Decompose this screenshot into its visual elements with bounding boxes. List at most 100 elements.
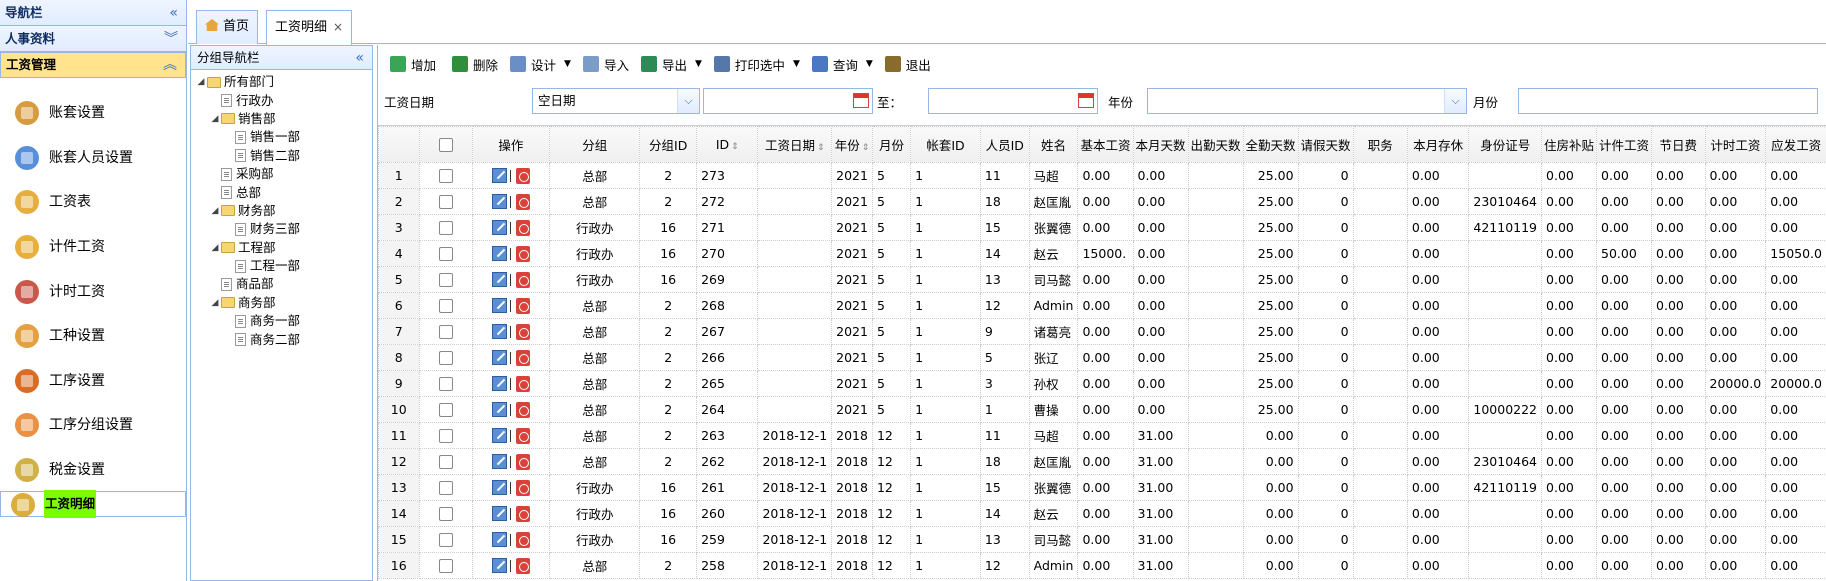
row-checkbox[interactable] xyxy=(438,351,453,366)
column-header[interactable]: 应发工资 xyxy=(1765,126,1826,163)
row-checkbox[interactable] xyxy=(438,169,453,184)
close-icon[interactable]: × xyxy=(333,20,343,34)
section-personnel[interactable]: 人事资料 ︾ xyxy=(0,26,186,52)
nav-item-5[interactable]: 工种设置 xyxy=(0,313,186,358)
tree-node[interactable]: 采购部 xyxy=(191,165,372,183)
row-checkbox[interactable] xyxy=(438,273,453,288)
table-row[interactable]: 10 总部 2 264 2021 5 1 1 曹操 0.00 0.00 25.00 0 0.00 10000… xyxy=(378,396,1826,423)
select-all-header[interactable] xyxy=(418,126,473,163)
row-checkbox-cell[interactable] xyxy=(418,552,473,579)
sort-icon[interactable]: ⇕ xyxy=(862,143,870,153)
tree-node[interactable]: ◢ 商务部 xyxy=(191,294,372,312)
section-salary[interactable]: 工资管理 ︽ xyxy=(0,52,186,78)
row-checkbox-cell[interactable] xyxy=(418,370,473,397)
edit-icon[interactable] xyxy=(491,194,507,210)
toolbar-button-design[interactable]: 设计 ▼ xyxy=(504,51,577,77)
row-checkbox-cell[interactable] xyxy=(418,526,473,553)
row-checkbox-cell[interactable] xyxy=(418,162,473,189)
dropdown-arrow-icon[interactable]: ▼ xyxy=(695,59,702,69)
column-header[interactable]: 月份 xyxy=(871,126,912,163)
row-checkbox-cell[interactable] xyxy=(418,344,473,371)
row-checkbox[interactable] xyxy=(438,377,453,392)
table-row[interactable]: 11 总部 2 263 2018-12-1 2018 12 1 11 马超 0.00 31.00 0.0… xyxy=(378,422,1826,449)
column-header[interactable]: 年份 ⇕ xyxy=(831,126,873,163)
chevron-down-icon[interactable]: ⌵ xyxy=(677,89,699,113)
toolbar-button-add[interactable]: 增加 xyxy=(384,51,442,77)
row-checkbox-cell[interactable] xyxy=(418,318,473,345)
row-checkbox[interactable] xyxy=(438,247,453,262)
column-header[interactable]: 请假天数 xyxy=(1297,126,1354,163)
column-header[interactable]: 工资日期 ⇕ xyxy=(757,126,833,163)
select-all-checkbox[interactable] xyxy=(438,138,453,153)
toolbar-button-exit[interactable]: 退出 xyxy=(879,51,937,77)
row-checkbox-cell[interactable] xyxy=(418,474,473,501)
row-checkbox-cell[interactable] xyxy=(418,292,473,319)
table-row[interactable]: 12 总部 2 262 2018-12-1 2018 12 1 18 赵匡胤 0.00 31.00 0.… xyxy=(378,448,1826,475)
table-row[interactable]: 4 行政办 16 270 2021 5 1 14 赵云 15000. 0.00 25.00 0 0.00 0… xyxy=(378,240,1826,267)
edit-icon[interactable] xyxy=(491,246,507,262)
delete-icon[interactable] xyxy=(515,557,530,574)
date-mode-select[interactable]: 空日期 ⌵ xyxy=(532,88,700,114)
column-header[interactable]: 帐套ID xyxy=(910,126,981,163)
collapse-icon[interactable]: « xyxy=(169,0,178,26)
expand-icon[interactable]: ︾ xyxy=(164,26,178,52)
end-date-input[interactable] xyxy=(928,88,1099,114)
edit-icon[interactable] xyxy=(491,220,507,236)
column-header[interactable]: 节日费 xyxy=(1651,126,1706,163)
expand-arrow-icon[interactable]: ◢ xyxy=(209,239,221,257)
row-checkbox-cell[interactable] xyxy=(418,448,473,475)
row-checkbox-cell[interactable] xyxy=(418,422,473,449)
column-header[interactable]: 分组ID xyxy=(639,126,698,163)
tree-node[interactable]: ◢ 财务部 xyxy=(191,202,372,220)
delete-icon[interactable] xyxy=(515,193,530,210)
column-header[interactable]: 计件工资 xyxy=(1596,126,1653,163)
table-row[interactable]: 2 总部 2 272 2021 5 1 18 赵匡胤 0.00 0.00 25.00 0 0.00 2301… xyxy=(378,188,1826,215)
start-date-input[interactable] xyxy=(703,88,873,114)
row-checkbox-cell[interactable] xyxy=(418,396,473,423)
tree-node[interactable]: 销售二部 xyxy=(191,147,372,165)
column-header[interactable]: 住房补贴 xyxy=(1541,126,1598,163)
delete-icon[interactable] xyxy=(515,167,530,184)
calendar-icon[interactable] xyxy=(853,93,869,108)
column-header[interactable]: 全勤天数 xyxy=(1242,126,1299,163)
expand-arrow-icon[interactable]: ◢ xyxy=(209,202,221,220)
delete-icon[interactable] xyxy=(515,375,530,392)
chevron-down-icon[interactable]: ⌵ xyxy=(1444,89,1467,113)
column-header[interactable]: 基本工资 xyxy=(1077,126,1134,163)
table-row[interactable]: 6 总部 2 268 2021 5 1 12 Admin 0.00 0.00 25.00 0 0.00 0.… xyxy=(378,292,1826,319)
tree-node[interactable]: 商务一部 xyxy=(191,312,372,330)
tree-node[interactable]: 商品部 xyxy=(191,275,372,293)
sort-icon[interactable]: ⇕ xyxy=(731,142,739,152)
edit-icon[interactable] xyxy=(491,428,507,444)
delete-icon[interactable] xyxy=(515,297,530,314)
row-checkbox[interactable] xyxy=(438,195,453,210)
row-checkbox[interactable] xyxy=(438,403,453,418)
tab-salary-detail[interactable]: 工资明细 × xyxy=(266,10,353,45)
nav-item-0[interactable]: 账套设置 xyxy=(0,90,186,135)
row-checkbox[interactable] xyxy=(438,507,453,522)
collapse-up-icon[interactable]: ︽ xyxy=(163,53,177,77)
dropdown-arrow-icon[interactable]: ▼ xyxy=(793,59,800,69)
column-header[interactable]: 本月存休 xyxy=(1406,126,1470,163)
table-row[interactable]: 9 总部 2 265 2021 5 1 3 孙权 0.00 0.00 25.00 0 0.00 0.00 0.… xyxy=(378,370,1826,397)
tree-node[interactable]: ◢ 工程部 xyxy=(191,239,372,257)
edit-icon[interactable] xyxy=(491,532,507,548)
edit-icon[interactable] xyxy=(491,480,507,496)
table-row[interactable]: 5 行政办 16 269 2021 5 1 13 司马懿 0.00 0.00 25.00 0 0.00 0.… xyxy=(378,266,1826,293)
nav-item-7[interactable]: 工序分组设置 xyxy=(0,402,186,447)
table-row[interactable]: 16 总部 2 258 2018-12-1 2018 12 1 12 Admin 0.00 31.00… xyxy=(378,552,1826,579)
column-header[interactable]: 出勤天数 xyxy=(1187,126,1244,163)
row-checkbox[interactable] xyxy=(438,221,453,236)
expand-arrow-icon[interactable]: ◢ xyxy=(195,73,207,91)
tree-node[interactable]: 行政办 xyxy=(191,91,372,109)
delete-icon[interactable] xyxy=(515,245,530,262)
delete-icon[interactable] xyxy=(515,505,530,522)
edit-icon[interactable] xyxy=(491,558,507,574)
delete-icon[interactable] xyxy=(515,323,530,340)
row-checkbox[interactable] xyxy=(438,299,453,314)
tree-node[interactable]: 工程一部 xyxy=(191,257,372,275)
delete-icon[interactable] xyxy=(515,531,530,548)
edit-icon[interactable] xyxy=(491,454,507,470)
row-checkbox[interactable] xyxy=(438,455,453,470)
nav-item-4[interactable]: 计时工资 xyxy=(0,268,186,313)
